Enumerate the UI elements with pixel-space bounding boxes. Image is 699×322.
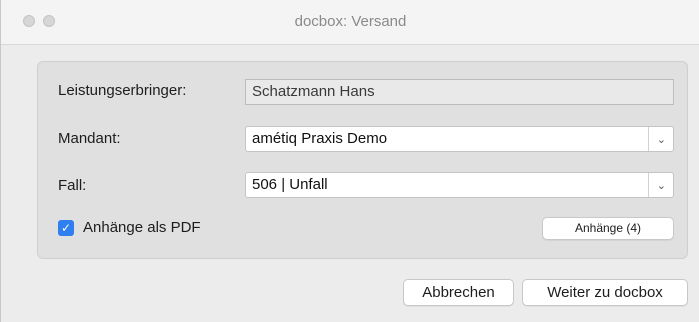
case-select[interactable]: 506 | Unfall ⌄	[245, 172, 674, 198]
client-select[interactable]: amétiq Praxis Demo ⌄	[245, 126, 674, 152]
attach-pdf-checkbox[interactable]: ✓	[58, 220, 74, 236]
chevron-down-icon[interactable]: ⌄	[657, 174, 666, 198]
client-label: Mandant:	[58, 130, 121, 147]
attach-pdf-label[interactable]: Anhänge als PDF	[83, 219, 201, 236]
continue-to-docbox-button[interactable]: Weiter zu docbox	[522, 279, 688, 306]
provider-value: Schatzmann Hans	[252, 83, 375, 100]
case-value: 506 | Unfall	[252, 176, 328, 193]
attachments-button[interactable]: Anhänge (4)	[542, 217, 674, 240]
provider-label: Leistungserbringer:	[58, 82, 187, 99]
title-bar: docbox: Versand	[1, 0, 699, 45]
chevron-down-icon[interactable]: ⌄	[657, 128, 666, 152]
docbox-dialog-window: docbox: Versand Leistungserbringer: Scha…	[0, 0, 699, 322]
case-label: Fall:	[58, 177, 87, 194]
checkmark-icon: ✓	[60, 221, 72, 235]
select-divider	[648, 127, 649, 151]
select-divider	[648, 173, 649, 197]
provider-field: Schatzmann Hans	[245, 79, 674, 105]
cancel-button[interactable]: Abbrechen	[403, 279, 514, 306]
window-title: docbox: Versand	[294, 13, 407, 30]
client-value: amétiq Praxis Demo	[252, 130, 388, 147]
